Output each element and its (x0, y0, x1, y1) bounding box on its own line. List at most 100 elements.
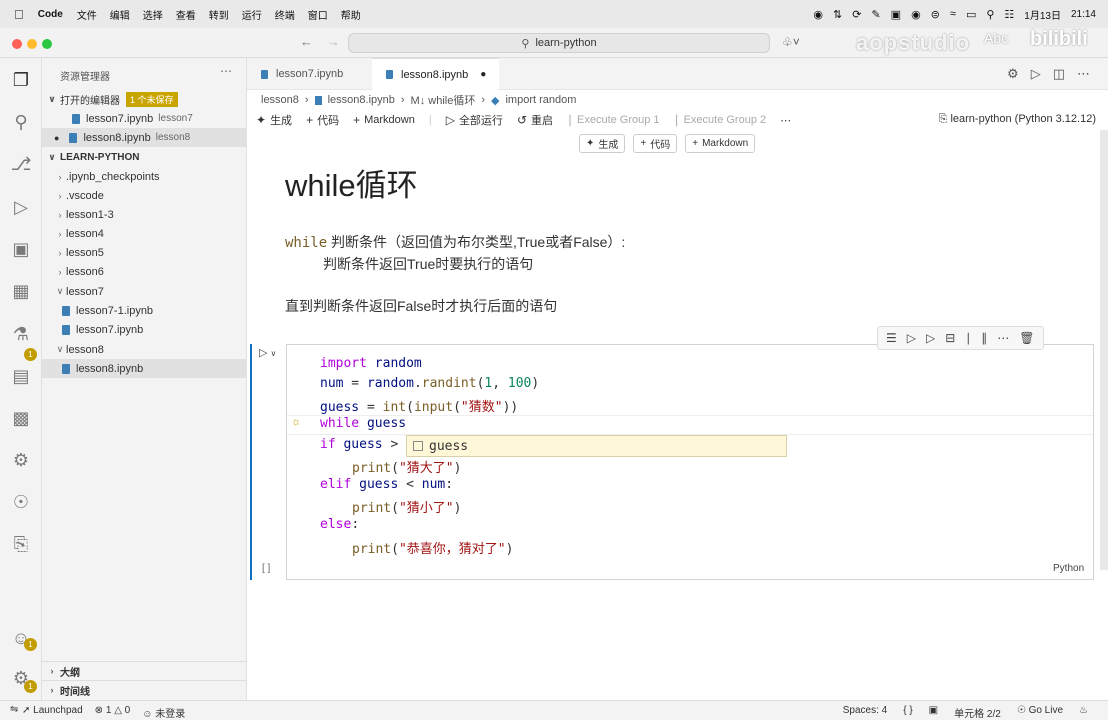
account-button[interactable]: ☺ 未登录 (142, 705, 185, 720)
execute-group-2-button[interactable]: ∣ Execute Group 2 (674, 113, 767, 127)
notebook-icon[interactable]: ▤ (9, 364, 33, 388)
explorer-icon[interactable]: ❐ (9, 68, 33, 92)
tree-file[interactable]: lesson7.ipynb (42, 320, 247, 339)
problems-button[interactable]: ⊗ 1 △ 0 (95, 705, 131, 720)
unsaved-dot-icon[interactable]: ● (54, 133, 59, 143)
command-center-search[interactable]: ⚲ learn-python (348, 33, 770, 53)
cell-language-label[interactable]: Python (1053, 563, 1084, 574)
open-editor-item[interactable]: lesson7.ipynb lesson7 (42, 109, 247, 128)
run-debug-icon[interactable]: ▷ (9, 195, 33, 219)
battery-icon[interactable]: ▭ (966, 8, 976, 21)
apple-icon[interactable]:  (14, 7, 24, 22)
tree-folder[interactable]: › .ipynb_checkpoints (42, 167, 247, 186)
add-code-button[interactable]: + 代码 (306, 112, 339, 128)
layout-icon[interactable]: ▣ (929, 705, 938, 720)
insert-markdown-button[interactable]: + Markdown (685, 134, 756, 153)
breadcrumb-folder[interactable]: lesson8 (261, 94, 299, 106)
unsaved-dot-icon[interactable]: ● (480, 69, 486, 80)
settings-gear-icon[interactable]: ⚙ (1007, 66, 1019, 82)
restart-button[interactable]: ↺ 重启 (517, 112, 553, 128)
run-all-button[interactable]: ▷ 全部运行 (446, 112, 503, 128)
extensions-icon[interactable]: ▦ (9, 279, 33, 303)
menu-edit[interactable]: 编辑 (110, 7, 130, 22)
notifications-bell-icon[interactable]: ♨ (1079, 705, 1088, 720)
close-window-button[interactable] (12, 39, 22, 49)
tree-folder[interactable]: › lesson4 (42, 224, 247, 243)
format-cell-icon[interactable]: ☰ (886, 331, 897, 345)
autocomplete-suggestion[interactable]: guess (406, 435, 787, 457)
run-above-icon[interactable]: ▷ (907, 331, 916, 345)
forward-arrow-icon[interactable]: → (327, 34, 340, 49)
menu-file[interactable]: 文件 (77, 7, 97, 22)
timeline-section[interactable]: › 时间线 (42, 680, 247, 699)
control-icon[interactable]: ⊜ (931, 8, 940, 21)
kernel-icon[interactable]: ⎘ (9, 532, 33, 556)
insert-generate-button[interactable]: ✦ 生成 (579, 134, 626, 153)
sync-icon[interactable]: ⟳ (852, 8, 861, 21)
go-live-button[interactable]: ☉ Go Live (1017, 705, 1063, 720)
package-icon[interactable]: ▩ (9, 406, 33, 430)
tree-folder[interactable]: ∨ lesson8 (42, 340, 247, 359)
copilot-icon[interactable]: ♧˅ (782, 35, 800, 49)
more-actions-icon[interactable]: ⋯ (997, 331, 1009, 345)
language-mode-button[interactable]: { } (903, 705, 912, 720)
clipboard-icon[interactable]: ✎ (871, 8, 880, 21)
outline-section[interactable]: › 大纲 (42, 661, 247, 680)
run-icon[interactable]: ▷ (1031, 66, 1041, 82)
run-below-icon[interactable]: ▷ (926, 331, 935, 345)
testing-icon[interactable]: ⚗ (9, 322, 33, 346)
launchpad-button[interactable]: ➚ Launchpad (22, 705, 83, 720)
menu-window[interactable]: 窗口 (308, 7, 328, 22)
remote-explorer-icon[interactable]: ▣ (9, 237, 33, 261)
chevron-down-icon[interactable]: ∨ (271, 349, 277, 358)
run-cell-button[interactable]: ▷ ∨ (259, 346, 276, 359)
control-center-icon[interactable]: ☷ (1004, 8, 1014, 21)
tree-file[interactable]: lesson8.ipynb (42, 359, 247, 378)
open-editors-section[interactable]: ∨ 打开的编辑器 1 个未保存 (42, 90, 247, 109)
tree-folder[interactable]: ∨ lesson7 (42, 282, 247, 301)
more-actions-icon[interactable]: ⋯ (220, 64, 232, 78)
insert-code-button[interactable]: + 代码 (633, 134, 678, 153)
app-menu[interactable]: Code (38, 9, 63, 20)
generate-button[interactable]: ✦ 生成 (256, 112, 292, 128)
input-method-icon[interactable]: ◉ (911, 8, 921, 21)
project-section[interactable]: ∨ LEARN-PYTHON (42, 148, 247, 167)
tree-file[interactable]: lesson7-1.ipynb (42, 301, 247, 320)
kernel-picker[interactable]: ⎘ learn-python (Python 3.12.12) (939, 113, 1096, 126)
display-icon[interactable]: ▣ (891, 8, 901, 21)
maximize-window-button[interactable] (42, 39, 52, 49)
back-arrow-icon[interactable]: ← (300, 34, 313, 49)
menu-view[interactable]: 查看 (176, 7, 196, 22)
split-editor-icon[interactable]: ◫ (1053, 66, 1065, 82)
indentation-button[interactable]: Spaces: 4 (843, 705, 887, 720)
split-cell-icon[interactable]: ⊟ (945, 331, 955, 345)
menu-selection[interactable]: 选择 (143, 7, 163, 22)
editor-scrollbar[interactable] (1100, 130, 1108, 700)
delete-cell-icon[interactable]: 🗑 (1019, 331, 1034, 345)
record-icon[interactable]: ◉ (813, 8, 823, 21)
menu-help[interactable]: 帮助 (341, 7, 361, 22)
search-icon[interactable]: ⚲ (986, 8, 994, 21)
execute-group-add-icon[interactable]: ∥ (981, 331, 987, 345)
docker-icon[interactable]: ⚙ (9, 448, 33, 472)
git-graph-icon[interactable]: ☉ (9, 490, 33, 514)
search-icon[interactable]: ⚲ (9, 110, 33, 134)
remote-icon[interactable]: ⇋ (10, 704, 18, 715)
breadcrumb-heading[interactable]: M↓ while循环 (411, 92, 476, 108)
breadcrumb-cell[interactable]: import random (505, 94, 576, 106)
add-markdown-button[interactable]: + Markdown (353, 113, 415, 127)
more-actions-icon[interactable]: ⋯ (780, 114, 791, 127)
pin-icon[interactable]: ⇅ (833, 8, 842, 21)
tree-folder[interactable]: › lesson1-3 (42, 205, 247, 224)
tree-folder[interactable]: › .vscode (42, 186, 247, 205)
menu-go[interactable]: 转到 (209, 7, 229, 22)
open-editor-item[interactable]: ● lesson8.ipynb lesson8 (42, 128, 247, 147)
cell-position[interactable]: 单元格 2/2 (954, 705, 1001, 720)
more-actions-icon[interactable]: ⋯ (1077, 66, 1090, 82)
breadcrumb-file[interactable]: lesson8.ipynb (328, 94, 395, 106)
wifi-icon[interactable]: ≈ (950, 8, 956, 20)
execute-group-1-button[interactable]: ∣ Execute Group 1 (567, 113, 660, 127)
minimize-window-button[interactable] (27, 39, 37, 49)
scrollbar-thumb[interactable] (1100, 130, 1108, 570)
menu-run[interactable]: 运行 (242, 7, 262, 22)
